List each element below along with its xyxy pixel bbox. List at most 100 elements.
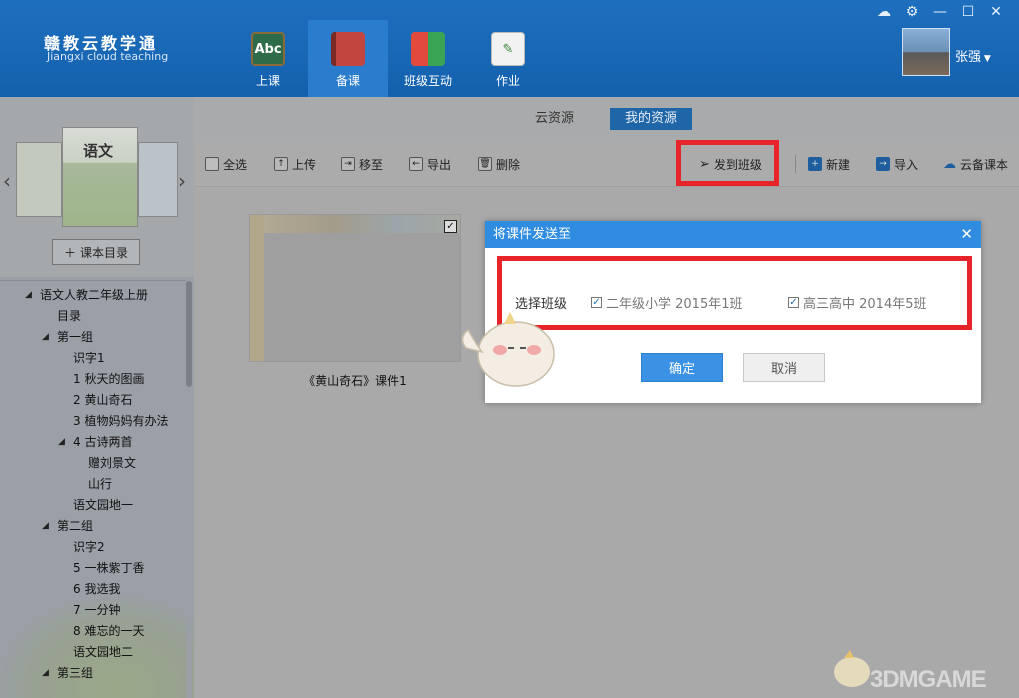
tree-item-label: 山行 (88, 477, 113, 491)
tree-item[interactable]: ◢ 4 古诗两首 (0, 432, 186, 453)
card-checkbox[interactable]: ✓ (444, 220, 457, 233)
tree-item-label: 语文园地一 (73, 498, 134, 512)
new-button[interactable]: + 新建 (808, 155, 850, 173)
carousel-next-icon[interactable]: › (178, 169, 186, 193)
trash-icon: 🗑 (478, 157, 492, 171)
expand-triangle-icon[interactable]: ◢ (58, 432, 65, 453)
textbook-carousel: 语文 ‹ › ＋ 课本目录 (0, 97, 194, 277)
tree-item-label: 7 一分钟 (73, 603, 121, 617)
nav-label: 上课 (255, 74, 280, 88)
expand-triangle-icon[interactable]: ◢ (25, 285, 32, 306)
tree-item-label: 语文人教二年级上册 (40, 288, 149, 302)
tab-my-resources[interactable]: 我的资源 (610, 108, 693, 130)
expand-triangle-icon[interactable]: ◢ (42, 327, 49, 348)
catalog-button[interactable]: ＋ 课本目录 (52, 239, 140, 265)
courseware-card[interactable]: ✓ (249, 214, 461, 362)
select-all-checkbox[interactable]: 全选 (205, 155, 247, 173)
import-label: 导入 (894, 157, 919, 172)
card-thumbnail-border (250, 215, 460, 233)
tree-item[interactable]: ◢ 第三组 (0, 663, 186, 684)
tab-cloud-resources[interactable]: 云资源 (520, 108, 589, 130)
checkbox-icon (205, 157, 219, 171)
tree-item-label: 第三组 (57, 666, 94, 680)
pen-paper-icon: ✎ (491, 32, 525, 66)
nav-class-interaction[interactable]: 班级互动 (388, 20, 468, 97)
watermark-text: 3DMGAME (870, 666, 987, 693)
book-title: 语文 (83, 142, 114, 160)
tree-item[interactable]: 赠刘景文 (0, 453, 186, 474)
window-controls: ☁ ⚙ — ☐ ✕ (875, 4, 1005, 20)
dialog-title-bar: 将课件发送至 ✕ (485, 221, 981, 248)
upload-label: 上传 (292, 157, 317, 172)
nav-prepare[interactable]: 备课 (308, 20, 388, 97)
nav-homework[interactable]: ✎ 作业 (468, 20, 548, 97)
tree-item[interactable]: 语文园地二 (0, 642, 186, 663)
move-button[interactable]: ⇥ 移至 (341, 155, 383, 173)
tree-item-label: 4 古诗两首 (73, 435, 133, 449)
toolbar-divider (795, 155, 796, 173)
tree-item[interactable]: ◢ 第一组 (0, 327, 186, 348)
book-cover-prev[interactable] (16, 142, 62, 217)
expand-triangle-icon[interactable]: ◢ (42, 663, 49, 684)
mascot-image (461, 312, 555, 387)
expand-triangle-icon[interactable]: ◢ (42, 516, 49, 537)
close-icon[interactable]: ✕ (987, 4, 1005, 20)
tree-item[interactable]: ◢ 第二组 (0, 516, 186, 537)
nav-teach[interactable]: Abc 上课 (228, 20, 308, 97)
tree-item[interactable]: ◢ 语文人教二年级上册 (0, 285, 186, 306)
card-thumbnail-border (250, 215, 264, 361)
cloud-icon[interactable]: ☁ (875, 4, 893, 20)
upload-button[interactable]: ↑ 上传 (274, 155, 316, 173)
cancel-button[interactable]: 取消 (743, 353, 825, 382)
confirm-button[interactable]: 确定 (641, 353, 723, 382)
tree-item[interactable]: 识字1 (0, 348, 186, 369)
tree-item[interactable]: 山行 (0, 474, 186, 495)
delete-button[interactable]: 🗑 删除 (478, 155, 520, 173)
tree-item-label: 赠刘景文 (88, 456, 137, 470)
tree-item[interactable]: 2 黄山奇石 (0, 390, 186, 411)
resource-tabs: 云资源 我的资源 (194, 97, 1019, 141)
tree-item-label: 识字2 (73, 540, 105, 554)
book-cover-next[interactable] (138, 142, 178, 217)
highlight-send-button (676, 140, 779, 186)
tree-item[interactable]: 8 难忘的一天 (0, 621, 186, 642)
tree-item[interactable]: 3 植物妈妈有办法 (0, 411, 186, 432)
tree-item[interactable]: 语文园地一 (0, 495, 186, 516)
tree-item-label: 识字1 (73, 351, 105, 365)
plus-icon: + (808, 157, 822, 171)
gear-icon[interactable]: ⚙ (903, 4, 921, 20)
tree-item[interactable]: 识字2 (0, 537, 186, 558)
tree-item[interactable]: 7 一分钟 (0, 600, 186, 621)
minimize-icon[interactable]: — (931, 4, 949, 20)
new-label: 新建 (826, 157, 851, 172)
courseware-title: 《黄山奇石》课件1 (303, 374, 407, 388)
move-label: 移至 (359, 157, 384, 172)
book-cover-current[interactable]: 语文 (62, 127, 138, 227)
nav-label: 作业 (495, 74, 520, 88)
maximize-icon[interactable]: ☐ (959, 4, 977, 20)
chevron-down-icon: ▼ (981, 54, 991, 64)
close-icon[interactable]: ✕ (960, 221, 973, 248)
avatar[interactable] (902, 28, 950, 76)
cloud-icon: ☁ (943, 156, 956, 172)
carousel-prev-icon[interactable]: ‹ (3, 169, 11, 193)
upload-icon: ↑ (274, 157, 288, 171)
scrollbar-thumb[interactable] (186, 281, 192, 387)
move-icon: ⇥ (341, 157, 355, 171)
cloud-prepare-label: 云备课本 (960, 157, 1009, 172)
toolbar: 全选 ↑ 上传 ⇥ 移至 ← 导出 🗑 删除 ➢ 发到班级 + 新建 → 导入 ☁ 云备课本 (194, 141, 1019, 187)
tree-item[interactable]: 5 一株紫丁香 (0, 558, 186, 579)
import-button[interactable]: → 导入 (876, 155, 918, 173)
import-icon: → (876, 157, 890, 171)
highlight-class-selection (497, 256, 972, 330)
tree-item[interactable]: 6 我选我 (0, 579, 186, 600)
tree-item[interactable]: 1 秋天的图画 (0, 369, 186, 390)
app-header: 赣教云教学通 Jiangxi cloud teaching Abc 上课 备课 … (0, 0, 1019, 97)
nav-label: 班级互动 (403, 74, 452, 88)
tree-item[interactable]: 目录 (0, 306, 186, 327)
user-menu[interactable]: 张强 ▼ (955, 46, 991, 65)
tree-scrollbar[interactable] (186, 281, 192, 698)
cloud-prepare-button[interactable]: ☁ 云备课本 (943, 155, 1008, 173)
export-button[interactable]: ← 导出 (409, 155, 451, 173)
tree-item-label: 8 难忘的一天 (73, 624, 145, 638)
